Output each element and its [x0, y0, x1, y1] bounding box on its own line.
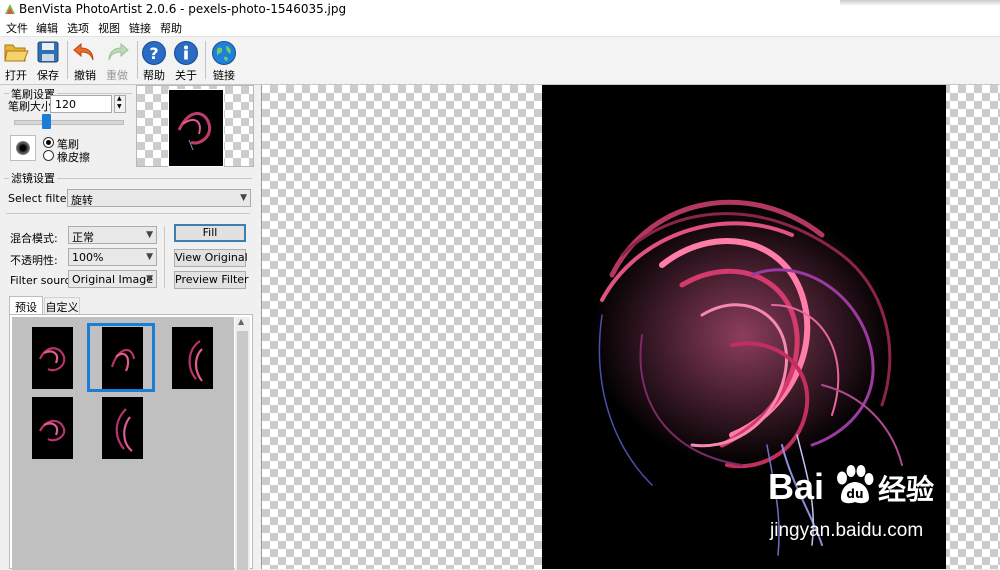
watermark-url: jingyan.baidu.com	[770, 520, 924, 541]
filter-select-value: 旋转	[71, 194, 93, 207]
blend-mode-label: 混合模式:	[10, 232, 58, 245]
eraser-mode-label: 橡皮擦	[57, 151, 90, 164]
menu-link[interactable]: 链接	[129, 20, 151, 36]
window-title: BenVista PhotoArtist 2.0.6 - pexels-phot…	[19, 2, 347, 16]
scroll-up-icon[interactable]: ▲	[238, 317, 244, 326]
preset-scrollbar[interactable]: ▲	[235, 317, 250, 570]
navigator-image	[177, 112, 212, 151]
chevron-down-icon: ▼	[146, 274, 153, 284]
filter-group-title: 滤镜设置	[9, 170, 57, 186]
paw-logo-icon: du	[837, 465, 874, 504]
fill-button[interactable]: Fill	[174, 224, 246, 242]
tab-custom[interactable]: 自定义	[44, 297, 80, 314]
open-button[interactable]: 打开	[0, 37, 32, 83]
about-button[interactable]: 关于	[170, 37, 202, 83]
folder-open-icon	[4, 44, 29, 62]
brush-tip-icon	[16, 141, 30, 155]
help-question-icon: ?	[142, 41, 166, 65]
preset-thumbnail-image	[188, 340, 203, 382]
brush-size-slider-thumb[interactable]	[42, 114, 52, 129]
preset-thumbnail-image	[39, 419, 66, 442]
preset-thumbnail[interactable]	[32, 397, 73, 459]
toolbar-separator	[67, 41, 68, 79]
left-panel: 笔刷设置 笔刷大小: 120 ▲ ▼ 笔刷 橡皮擦 滤镜设置 Select fi…	[0, 85, 260, 570]
redo-arrow-icon	[108, 42, 129, 61]
link-button[interactable]: 链接	[208, 37, 240, 83]
menu-file[interactable]: 文件	[6, 20, 28, 36]
blend-mode-select[interactable]: 正常 ▼	[68, 226, 157, 244]
svg-text:?: ?	[149, 44, 158, 63]
floppy-disk-icon	[37, 41, 59, 63]
svg-text:du: du	[846, 487, 863, 501]
brush-size-input[interactable]: 120	[50, 95, 112, 113]
view-original-button[interactable]: View Original	[174, 249, 248, 267]
filter-source-value: Original Image	[72, 273, 153, 286]
save-label: 保存	[37, 69, 59, 82]
toolbar-separator	[205, 41, 206, 79]
undo-arrow-icon	[73, 42, 94, 61]
title-bar: BenVista PhotoArtist 2.0.6 - pexels-phot…	[0, 0, 1000, 19]
preset-thumbnail[interactable]	[32, 327, 73, 389]
save-button[interactable]: 保存	[32, 37, 64, 83]
preset-thumbnail-image	[115, 408, 133, 452]
chevron-down-icon: ▼	[146, 252, 153, 262]
preset-grid	[12, 317, 234, 570]
preview-filter-button[interactable]: Preview Filter	[174, 271, 249, 289]
help-label: 帮助	[143, 69, 165, 82]
filter-source-select[interactable]: Original Image ▼	[68, 270, 157, 288]
toolbar: 打开 保存 撤销 重做 ? 帮助 关于 链接	[0, 37, 1000, 85]
tab-custom-label: 自定义	[45, 301, 79, 314]
info-icon	[174, 41, 198, 65]
baidu-watermark: Bai du 经验 jingyan.baidu.com	[768, 462, 1000, 546]
navigator-viewport	[168, 89, 224, 167]
app-icon	[4, 3, 16, 15]
filter-select[interactable]: 旋转 ▼	[67, 189, 251, 207]
undo-label: 撤销	[74, 69, 96, 82]
chevron-down-icon: ▼	[240, 193, 247, 203]
brush-preview	[10, 135, 36, 161]
tab-preset[interactable]: 预设	[9, 296, 43, 315]
menu-view[interactable]: 视图	[98, 20, 120, 36]
globe-icon	[212, 41, 236, 65]
link-label: 链接	[213, 69, 235, 82]
blend-mode-value: 正常	[72, 231, 94, 244]
about-label: 关于	[175, 69, 197, 82]
opacity-label: 不透明性:	[10, 254, 58, 267]
redo-label: 重做	[106, 69, 128, 82]
watermark-brand-latin: Bai	[768, 466, 825, 507]
radio-dot	[46, 140, 51, 145]
opacity-select[interactable]: 100% ▼	[68, 248, 157, 266]
brush-size-label: 笔刷大小:	[8, 100, 56, 113]
preset-thumbnail[interactable]	[102, 397, 143, 459]
brush-size-spinner[interactable]: ▲ ▼	[114, 95, 126, 113]
preset-selection-frame	[87, 323, 155, 392]
preset-thumbnail[interactable]	[172, 327, 213, 389]
opacity-value: 100%	[72, 251, 104, 264]
navigator-preview[interactable]	[136, 85, 254, 167]
scrollbar-thumb[interactable]	[237, 331, 248, 570]
preset-panel: ▲	[9, 314, 253, 570]
title-bar-shadow	[840, 0, 1000, 6]
tab-preset-label: 预设	[15, 301, 37, 314]
spin-up-icon: ▲	[117, 95, 122, 102]
help-button[interactable]: ? 帮助	[138, 37, 170, 83]
brush-mode-radio[interactable]	[43, 137, 54, 148]
undo-button[interactable]: 撤销	[69, 37, 101, 83]
select-filter-label: Select filter:	[8, 192, 75, 205]
menu-bar: 文件 编辑 选项 视图 链接 帮助	[0, 19, 1000, 37]
filter-divider	[6, 213, 250, 214]
menu-edit[interactable]: 编辑	[36, 20, 58, 36]
eraser-mode-radio[interactable]	[43, 150, 54, 161]
menu-help[interactable]: 帮助	[160, 20, 182, 36]
open-label: 打开	[5, 69, 27, 82]
watermark-brand-cn: 经验	[878, 473, 935, 506]
chevron-down-icon: ▼	[146, 230, 153, 240]
redo-button[interactable]: 重做	[101, 37, 133, 83]
preset-thumbnail-image	[38, 347, 66, 372]
spin-down-icon: ▼	[117, 103, 122, 110]
filter-vertical-divider	[164, 226, 165, 288]
menu-options[interactable]: 选项	[67, 20, 89, 36]
brush-size-slider-track[interactable]	[14, 120, 124, 125]
